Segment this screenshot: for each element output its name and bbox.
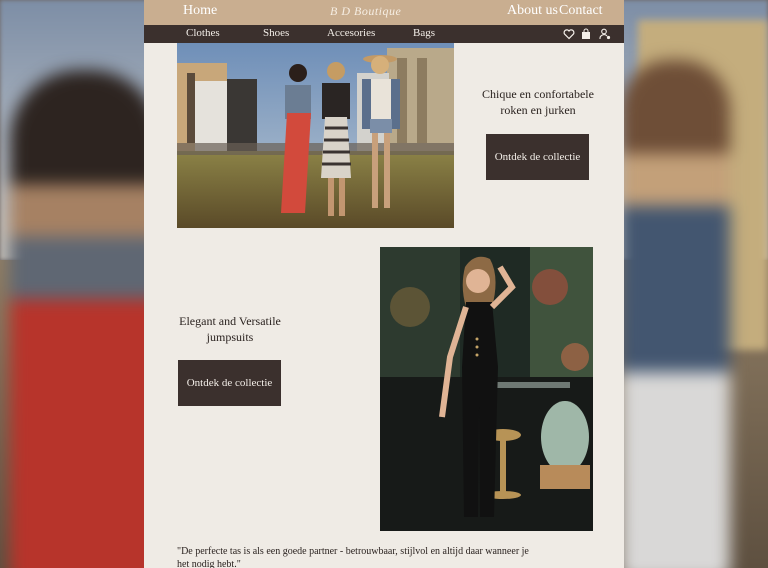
nav-item-clothes[interactable]: Clothes xyxy=(186,27,220,39)
section-title-dresses: Chique en confortabele roken en jurken xyxy=(482,87,594,117)
jumpsuit-model-photo xyxy=(380,247,593,531)
discover-collection-button[interactable]: Ontdek de collectie xyxy=(486,134,589,180)
nav-item-shoes[interactable]: Shoes xyxy=(263,27,289,39)
discover-collection-button-2[interactable]: Ontdek de collectie xyxy=(178,360,281,406)
brand-logo[interactable]: B D Boutique xyxy=(330,4,401,19)
user-settings-icon[interactable] xyxy=(599,28,611,40)
nav-item-bags[interactable]: Bags xyxy=(413,27,435,39)
bags-quote: "De perfecte tas is als een goede partne… xyxy=(177,546,529,568)
site-panel: Home B D Boutique About us Contact Cloth… xyxy=(144,0,624,568)
background-figure-left xyxy=(10,70,160,568)
top-bar: Home B D Boutique About us Contact xyxy=(144,0,624,25)
about-link[interactable]: About us xyxy=(507,3,558,19)
heart-icon[interactable] xyxy=(563,28,575,40)
shopping-bag-icon[interactable] xyxy=(580,28,592,40)
home-link[interactable]: Home xyxy=(183,3,217,19)
festival-outfits-photo xyxy=(177,43,454,228)
section-title-jumpsuits: Elegant and Versatile jumpsuits xyxy=(179,314,281,344)
category-nav: Clothes Shoes Accesories Bags xyxy=(144,25,624,43)
nav-item-accessories[interactable]: Accesories xyxy=(327,27,375,39)
contact-link[interactable]: Contact xyxy=(559,3,603,19)
background-figure-right xyxy=(620,60,730,568)
